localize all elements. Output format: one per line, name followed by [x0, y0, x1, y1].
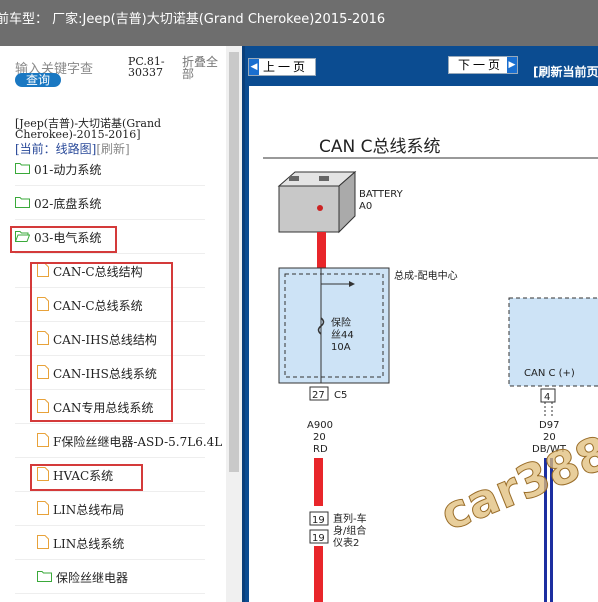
wiring-diagram-area: CAN C总线系统 BATTERY A0 总成-配电中心 保险 丝44 10A …: [245, 86, 598, 602]
wire-a900-bottom: [314, 546, 323, 602]
can-c-plus: CAN C (+): [524, 368, 575, 379]
vehicle-name: [Jeep(吉普)-大切诺基(Grand Cherokee)-2015-2016…: [15, 117, 162, 141]
divider: [15, 457, 205, 458]
diagram-title: CAN C总线系统: [319, 137, 441, 157]
scrollbar-thumb[interactable]: [229, 52, 239, 472]
file-icon: [37, 433, 49, 450]
tree-item-fuse-relay-asd[interactable]: F保险丝继电器-ASD-5.7L6.4L: [37, 433, 222, 455]
divider: [15, 593, 205, 594]
collapse-all-link[interactable]: 折叠全部: [182, 56, 222, 80]
title-text: 前车型： 厂家:Jeep(吉普)大切诺基(Grand Cherokee)2015…: [0, 12, 386, 27]
fuse-label-1: 保险: [331, 316, 351, 329]
pin-4: 4: [544, 392, 550, 403]
highlight-box: [30, 464, 143, 491]
current-label: [当前：线路图]: [15, 142, 97, 156]
battery-label: BATTERY: [359, 189, 404, 200]
tree-item-01[interactable]: 01-动力系统: [15, 161, 101, 183]
page-nav-bar: ◀ 上一页 下一页 ▶ [刷新当前页: [245, 46, 598, 86]
refresh-page-link[interactable]: [刷新当前页: [533, 63, 598, 80]
divider: [15, 525, 205, 526]
divider: [15, 253, 205, 254]
divider: [15, 559, 205, 560]
tree-item-label: LIN总线布局: [53, 503, 125, 517]
cluster-label-3: 仪表2: [333, 536, 359, 549]
pin-19a: 19: [312, 515, 325, 526]
fuse-amp: 10A: [331, 342, 351, 353]
cluster-label-2: 身/组合: [333, 524, 366, 537]
title-bar: 前车型： 厂家:Jeep(吉普)大切诺基(Grand Cherokee)2015…: [0, 0, 598, 46]
watermark: car388: [433, 425, 598, 541]
tree-item-02[interactable]: 02-底盘系统: [15, 195, 101, 217]
pdc-label: 总成-配电中心: [394, 269, 458, 282]
wire-color-1: RD: [313, 444, 328, 455]
arrow-right-icon: ▶: [507, 57, 517, 73]
current-location: [当前：线路图][刷新]: [15, 140, 130, 157]
tree-item-label: 保险丝继电器: [56, 571, 129, 585]
pc-code: PC.81-30337: [128, 55, 165, 79]
next-page-button[interactable]: 下一页 ▶: [448, 56, 518, 74]
arrow-left-icon: ◀: [249, 59, 259, 75]
tree-item-label: F保险丝继电器-ASD-5.7L6.4L: [53, 435, 223, 449]
tree-item-fuse-relay[interactable]: 保险丝继电器: [37, 569, 128, 591]
cluster-label-1: 直列-车: [333, 512, 367, 525]
tree-item-lin-system[interactable]: LIN总线系统: [37, 535, 124, 557]
divider: [15, 491, 205, 492]
tree-item-lin-layout[interactable]: LIN总线布局: [37, 501, 124, 523]
folder-icon: [37, 570, 52, 585]
divider: [15, 219, 205, 220]
wire-a900: A900: [307, 420, 333, 431]
prev-page-button[interactable]: ◀ 上一页: [248, 58, 316, 76]
tree-item-label: LIN总线系统: [53, 537, 125, 551]
left-scrollbar[interactable]: [226, 46, 242, 602]
query-button[interactable]: 查询: [15, 73, 61, 87]
pin-19b: 19: [312, 533, 325, 544]
pin-27: 27: [312, 390, 325, 401]
connector-c5: C5: [334, 390, 347, 401]
battery-icon: [277, 170, 357, 234]
tree-item-label: 02-底盘系统: [34, 197, 102, 211]
wire-gauge-1: 20: [313, 432, 326, 443]
wire-a900-segment: [314, 458, 323, 506]
highlight-box: [10, 226, 117, 253]
refresh-link[interactable]: [刷新]: [96, 142, 129, 156]
divider: [15, 423, 205, 424]
fuse-label-2: 丝44: [331, 329, 354, 341]
highlight-box: [30, 262, 173, 422]
folder-icon: [15, 196, 30, 211]
battery-code: A0: [359, 201, 372, 212]
left-nav-pane: 输入关键字查 查询 PC.81-30337 折叠全部 [Jeep(吉普)-大切诺…: [0, 46, 226, 602]
folder-icon: [15, 162, 30, 177]
divider: [15, 185, 205, 186]
tree-item-label: 01-动力系统: [34, 163, 102, 177]
wiring-diagram: CAN C总线系统 BATTERY A0 总成-配电中心 保险 丝44 10A …: [263, 137, 598, 602]
file-icon: [37, 501, 49, 518]
document-pane: ◀上一页 下一页▶ [刷新当前页 CAN C总线系统 BATTERY A0: [242, 46, 598, 602]
wire-battery: [317, 232, 326, 268]
wire-d97: D97: [539, 420, 559, 431]
file-icon: [37, 535, 49, 552]
